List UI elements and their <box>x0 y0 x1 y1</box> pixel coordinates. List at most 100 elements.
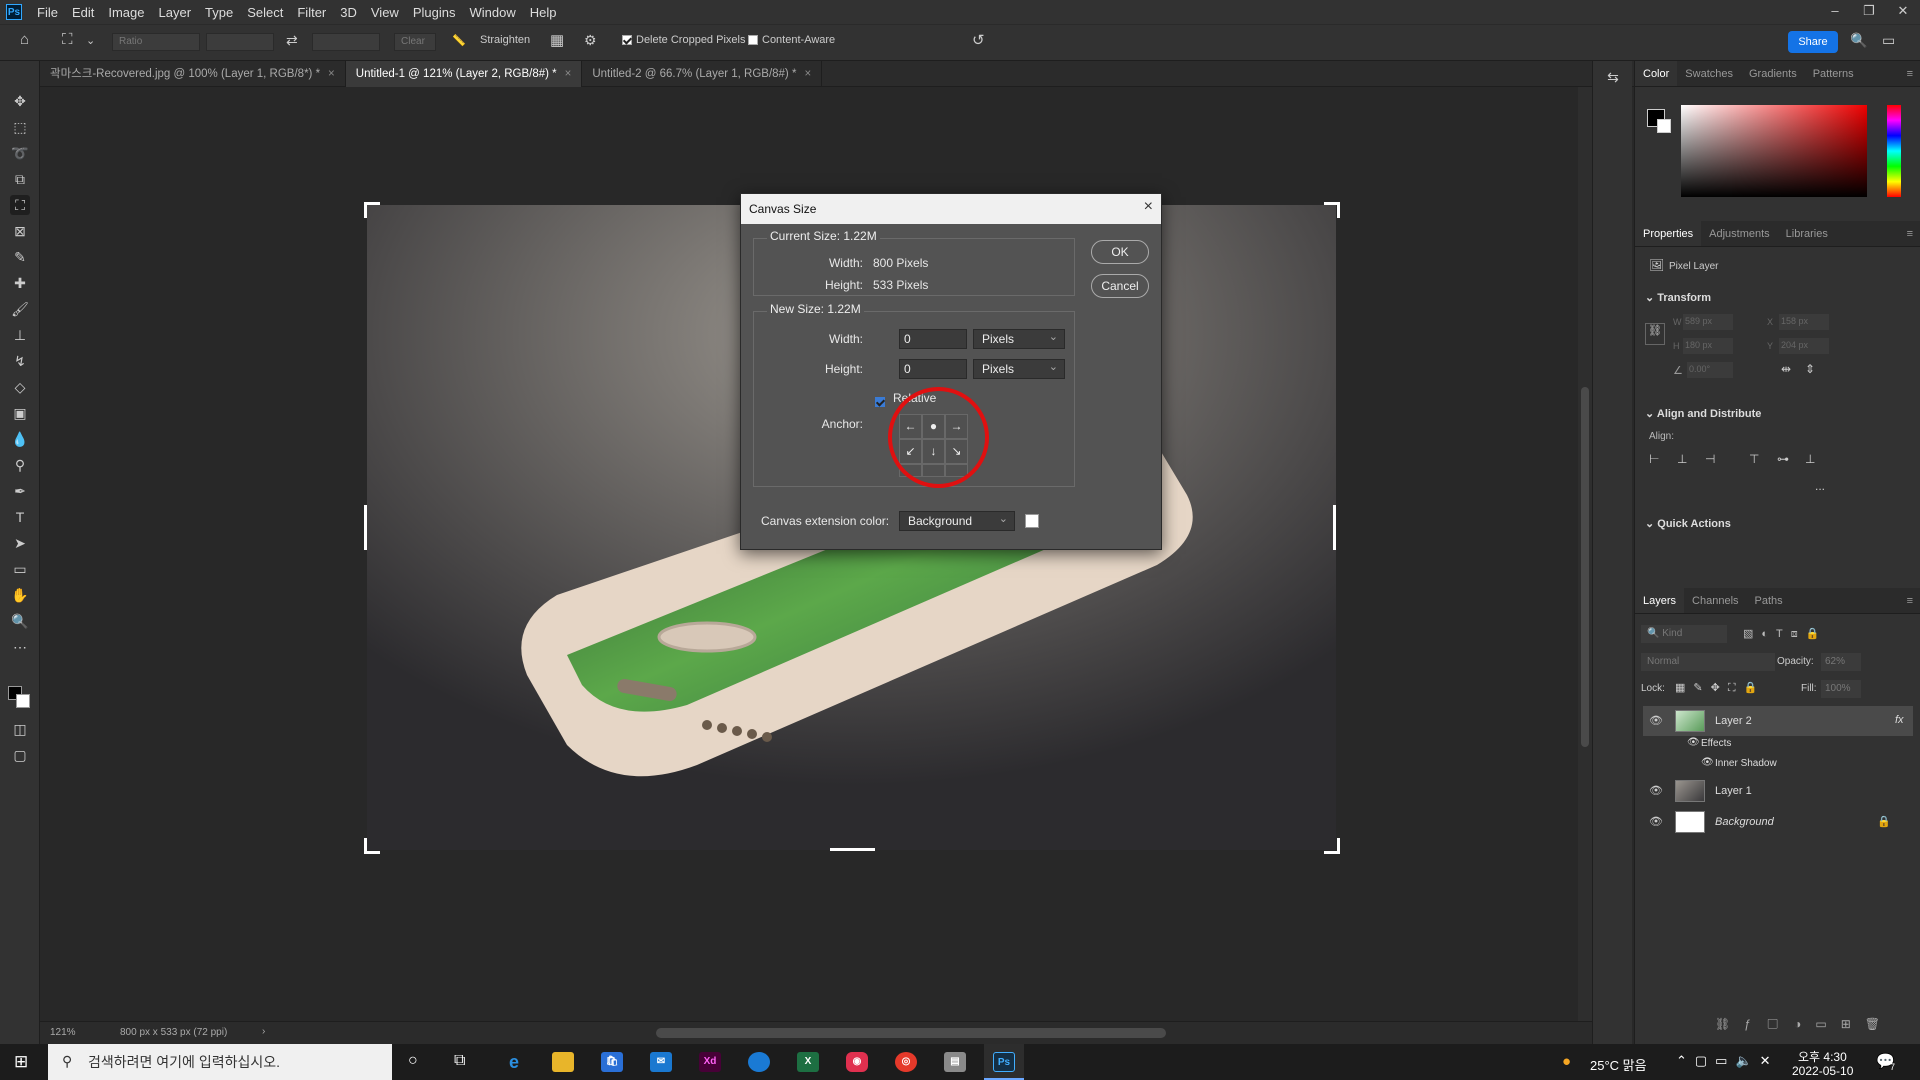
width-input[interactable]: 0 <box>899 329 967 349</box>
layer-name[interactable]: Layer 2 <box>1715 715 1752 727</box>
app-window-icon[interactable]: ▤ <box>944 1052 966 1072</box>
restore-icon[interactable]: ❐ <box>1852 0 1886 24</box>
crop-handle-bottom-right[interactable] <box>1324 838 1340 854</box>
visibility-eye-icon[interactable]: 👁 <box>1649 784 1663 797</box>
cortana-icon[interactable]: ○ <box>408 1052 418 1070</box>
align-right-icon[interactable]: ⊣ <box>1705 452 1715 466</box>
more-tools-icon[interactable]: ⋯ <box>10 637 30 657</box>
crop-tool-icon[interactable]: ⛶ <box>10 195 30 215</box>
lasso-tool-icon[interactable]: ➰ <box>10 143 30 163</box>
chevron-right-icon[interactable]: › <box>262 1026 265 1037</box>
layer-name[interactable]: Layer 1 <box>1715 785 1752 797</box>
straighten-label[interactable]: Straighten <box>480 34 530 46</box>
menu-filter[interactable]: Filter <box>290 5 333 20</box>
layer-effects-row[interactable]: 👁 Effects <box>1643 734 1913 754</box>
visibility-eye-icon[interactable]: 👁 <box>1649 714 1663 727</box>
tab-color[interactable]: Color <box>1635 61 1678 86</box>
search-icon[interactable]: 🔍 <box>1850 32 1867 49</box>
height-unit-select[interactable]: Pixels <box>973 359 1065 379</box>
type-tool-icon[interactable]: T <box>10 507 30 527</box>
move-tool-icon[interactable]: ✥ <box>10 91 30 111</box>
ok-button[interactable]: OK <box>1091 240 1149 264</box>
store-icon[interactable]: 🛍 <box>601 1052 623 1072</box>
rectangle-tool-icon[interactable]: ▭ <box>10 559 30 579</box>
minimize-icon[interactable]: – <box>1818 0 1852 24</box>
object-select-tool-icon[interactable]: ⧉ <box>10 169 30 189</box>
align-top-icon[interactable]: ⊤ <box>1749 452 1759 466</box>
overlay-grid-icon[interactable]: ▦ <box>550 31 564 49</box>
ratio-width-input[interactable] <box>206 33 274 51</box>
close-tab-icon[interactable]: × <box>804 68 811 80</box>
clock-time[interactable]: 오후 4:30 <box>1798 1048 1847 1065</box>
fill-input[interactable]: 100% <box>1821 680 1861 698</box>
crop-handle-bottom-left[interactable] <box>364 838 380 854</box>
menu-view[interactable]: View <box>364 5 406 20</box>
edge-icon[interactable] <box>748 1052 770 1072</box>
system-tray-icons[interactable]: ⌃▢▭🔈✕ <box>1676 1053 1779 1069</box>
gradient-tool-icon[interactable]: ▣ <box>10 403 30 423</box>
eyedropper-tool-icon[interactable]: ✎ <box>10 247 30 267</box>
lock-icons[interactable]: ▦✎✥⛶🔒 <box>1675 681 1765 695</box>
workspace-icon[interactable]: ▭ <box>1882 32 1895 49</box>
document-tab[interactable]: 곽마스크-Recovered.jpg @ 100% (Layer 1, RGB/… <box>40 61 346 87</box>
swap-icon[interactable]: ⇄ <box>286 32 298 49</box>
history-panel-icon[interactable]: ⇆ <box>1603 67 1623 87</box>
menu-help[interactable]: Help <box>523 5 564 20</box>
screen-mode-icon[interactable]: ▢ <box>10 745 30 765</box>
menu-window[interactable]: Window <box>462 5 522 20</box>
color-field[interactable] <box>1681 105 1867 197</box>
visibility-eye-icon[interactable]: 👁 <box>1687 737 1700 748</box>
background-color-swatch[interactable] <box>16 694 30 708</box>
close-icon[interactable]: ✕ <box>1886 0 1920 24</box>
eraser-tool-icon[interactable]: ◇ <box>10 377 30 397</box>
rotation-input[interactable]: 0.00° <box>1687 362 1733 378</box>
path-select-tool-icon[interactable]: ➤ <box>10 533 30 553</box>
document-tab-active[interactable]: Untitled-1 @ 121% (Layer 2, RGB/8#) * × <box>345 61 583 87</box>
healing-tool-icon[interactable]: ✚ <box>10 273 30 293</box>
tab-properties[interactable]: Properties <box>1635 221 1702 246</box>
marquee-tool-icon[interactable]: ⬚ <box>10 117 30 137</box>
layer-row-background[interactable]: 👁 Background 🔒 <box>1643 807 1913 837</box>
brush-tool-icon[interactable]: 🖌 <box>10 299 30 319</box>
vertical-scrollbar[interactable] <box>1578 87 1592 1021</box>
transform-width-input[interactable]: 589 px <box>1683 314 1733 330</box>
crop-handle-top-left[interactable] <box>364 202 380 218</box>
link-icon[interactable]: ⛓ <box>1645 323 1665 345</box>
height-input[interactable]: 0 <box>899 359 967 379</box>
quick-actions-section[interactable]: ⌄ Quick Actions <box>1635 517 1920 530</box>
task-view-icon[interactable]: ⧉ <box>454 1052 465 1070</box>
internet-explorer-icon[interactable]: e <box>503 1052 525 1072</box>
crop-handle-top-right[interactable] <box>1324 202 1340 218</box>
flip-horizontal-icon[interactable]: ⇹ <box>1781 362 1791 376</box>
close-tab-icon[interactable]: × <box>328 68 335 80</box>
panel-menu-icon[interactable]: ≡ <box>1899 221 1920 246</box>
transform-y-input[interactable]: 204 px <box>1779 338 1829 354</box>
windows-start-icon[interactable]: ⊞ <box>14 1052 28 1072</box>
transform-section[interactable]: ⌄ Transform <box>1635 291 1920 304</box>
frame-tool-icon[interactable]: ⊠ <box>10 221 30 241</box>
align-distribute-section[interactable]: ⌄ Align and Distribute <box>1635 407 1920 420</box>
tab-patterns[interactable]: Patterns <box>1805 61 1862 86</box>
panel-menu-icon[interactable]: ≡ <box>1899 588 1920 613</box>
layer-filter-kind[interactable]: 🔍 Kind <box>1641 625 1727 643</box>
mail-icon[interactable]: ✉ <box>650 1052 672 1072</box>
adobe-xd-icon[interactable]: Xd <box>699 1052 721 1072</box>
visibility-eye-icon[interactable]: 👁 <box>1649 815 1663 828</box>
hand-tool-icon[interactable]: ✋ <box>10 585 30 605</box>
tab-paths[interactable]: Paths <box>1747 588 1791 613</box>
close-tab-icon[interactable]: × <box>565 68 572 80</box>
quick-mask-icon[interactable]: ◫ <box>10 719 30 739</box>
zoom-level[interactable]: 121% <box>50 1027 76 1038</box>
layer-row-layer-2[interactable]: 👁 Layer 2 fx <box>1643 706 1913 736</box>
align-center-icon[interactable]: ⊥ <box>1677 452 1687 466</box>
transform-x-input[interactable]: 158 px <box>1779 314 1829 330</box>
fx-icon[interactable]: fx <box>1895 714 1904 726</box>
blur-tool-icon[interactable]: 💧 <box>10 429 30 449</box>
stamp-tool-icon[interactable]: ⊥ <box>10 325 30 345</box>
menu-image[interactable]: Image <box>101 5 151 20</box>
dodge-tool-icon[interactable]: ⚲ <box>10 455 30 475</box>
gear-icon[interactable]: ⚙ <box>584 32 597 49</box>
straighten-icon[interactable]: 📏 <box>452 34 466 47</box>
horizontal-scrollbar[interactable] <box>656 1028 1166 1038</box>
taskbar-search-input[interactable]: 검색하려면 여기에 입력하십시오. <box>48 1044 392 1080</box>
